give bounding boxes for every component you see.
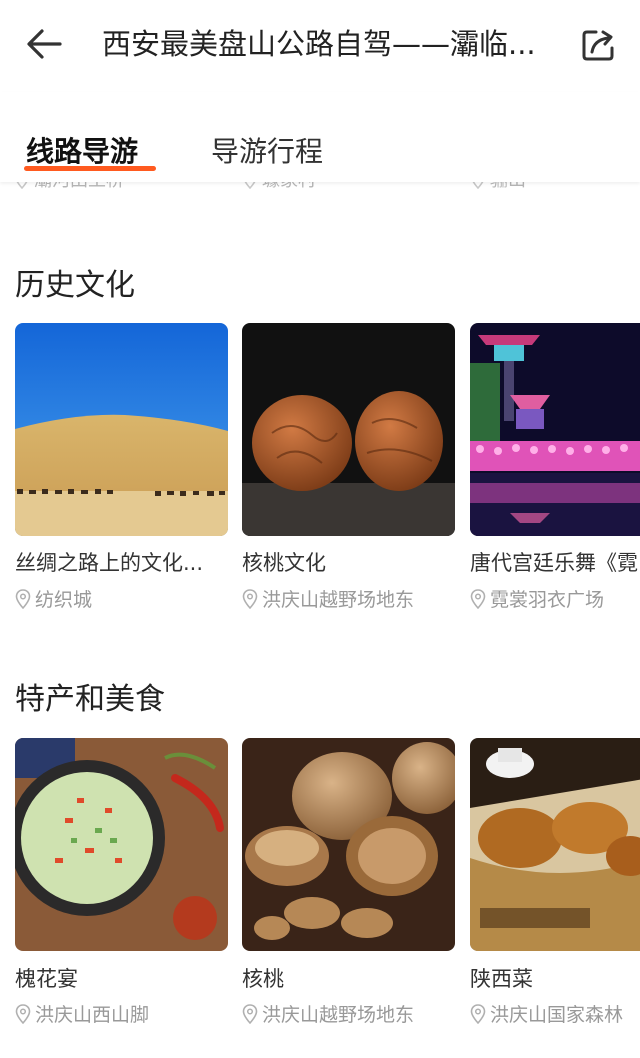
location-pin-icon xyxy=(15,1004,31,1024)
card-name[interactable]: 核桃 xyxy=(242,964,452,994)
tab-guide-itinerary[interactable]: 导游行程 xyxy=(211,132,323,172)
top-bar: 西安最美盘山公路自驾——灞临... xyxy=(0,0,640,92)
share-button[interactable] xyxy=(578,24,620,66)
page-title: 西安最美盘山公路自驾——灞临... xyxy=(102,27,536,61)
card-image-walnuts[interactable] xyxy=(242,738,455,951)
card-image-silk-road[interactable] xyxy=(15,323,228,536)
card-name[interactable]: 陕西菜 xyxy=(470,964,640,994)
card-location: 洪庆山越野场地东 xyxy=(242,1001,414,1029)
card-name[interactable]: 丝绸之路上的文化... xyxy=(15,548,225,578)
section-title-history-culture: 历史文化 xyxy=(15,268,135,303)
back-button[interactable] xyxy=(22,22,66,66)
locust-flower-dish-photo xyxy=(15,738,228,951)
card-name[interactable]: 唐代宫廷乐舞《霓 xyxy=(470,548,640,578)
location-pin-icon xyxy=(15,589,31,609)
desert-caravan-photo xyxy=(15,323,228,536)
back-arrow-icon xyxy=(27,29,62,59)
card-location: 霓裳羽衣广场 xyxy=(470,586,640,614)
card-location: 洪庆山国家森林 xyxy=(470,1001,640,1029)
card-location: 洪庆山西山脚 xyxy=(15,1001,149,1029)
active-tab-indicator xyxy=(24,166,156,171)
fried-food-basket-photo xyxy=(470,738,640,951)
palace-stage-photo xyxy=(470,323,640,536)
card-image-tang-dance[interactable] xyxy=(470,323,640,536)
section-title-specialties-food: 特产和美食 xyxy=(15,682,165,717)
location-pin-icon xyxy=(470,1004,486,1024)
card-image-shaanxi-cuisine[interactable] xyxy=(470,738,640,951)
location-pin-icon xyxy=(470,589,486,609)
card-name[interactable]: 槐花宴 xyxy=(15,964,225,994)
card-image-locust-flower-feast[interactable] xyxy=(15,738,228,951)
walnuts-kernels-photo xyxy=(242,738,455,951)
card-image-walnut-culture[interactable] xyxy=(242,323,455,536)
card-location: 洪庆山越野场地东 xyxy=(242,586,414,614)
card-location: 纺织城 xyxy=(15,586,92,614)
location-pin-icon xyxy=(242,1004,258,1024)
walnuts-photo xyxy=(242,323,455,536)
card-name[interactable]: 核桃文化 xyxy=(242,548,452,578)
location-pin-icon xyxy=(242,589,258,609)
share-icon xyxy=(582,30,614,61)
